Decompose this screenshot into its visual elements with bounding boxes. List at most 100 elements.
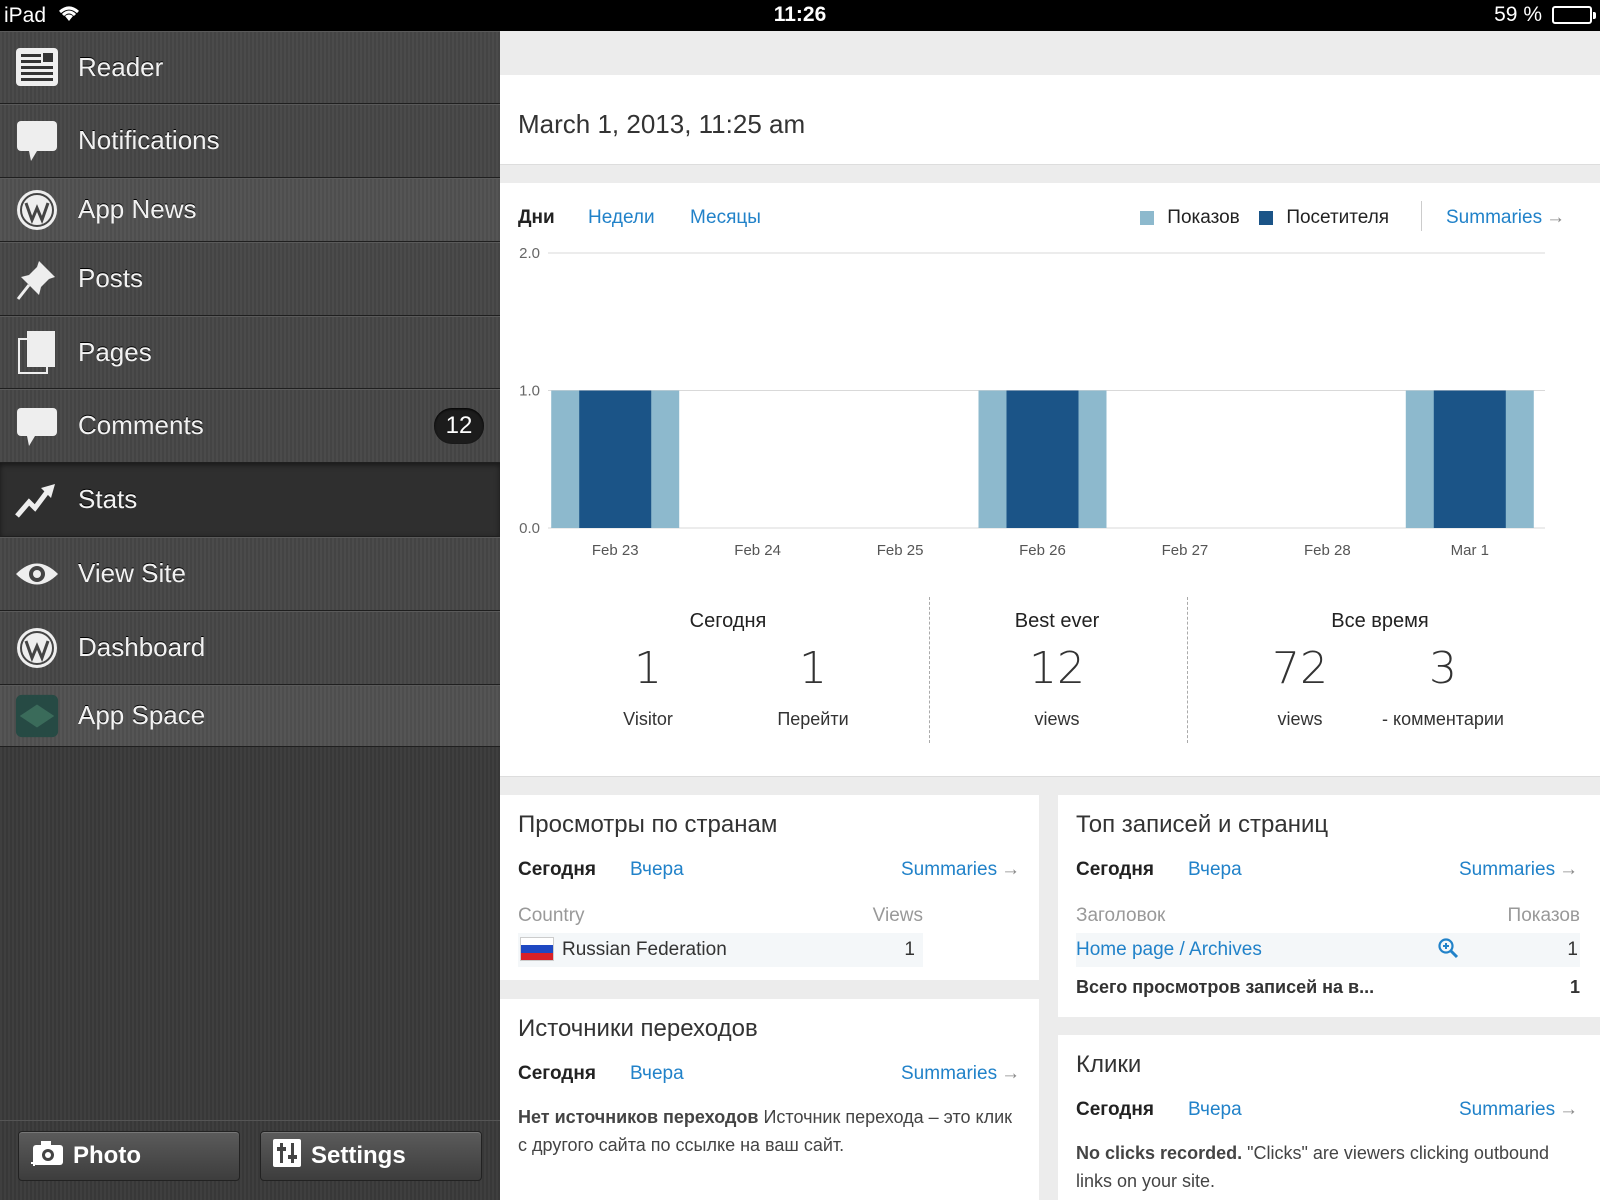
best-ever-title: Best ever (1014, 610, 1100, 632)
arrow-right-icon: → (1559, 859, 1579, 880)
top-post-views: 1 (1567, 939, 1578, 960)
top-posts-total-value: 1 (1569, 977, 1580, 997)
clicks-tab-today[interactable]: Сегодня (1076, 1099, 1154, 1121)
sidebar-item-reader[interactable]: Reader (0, 31, 500, 104)
clicks-tab-yesterday[interactable]: Вчера (1188, 1099, 1242, 1121)
referrers-summaries-link[interactable]: Summaries → (901, 1063, 1020, 1085)
app-space-icon (14, 693, 60, 739)
legend-swatch-views (1140, 210, 1154, 225)
sidebar-label-view-site: View Site (78, 558, 186, 588)
top-posts-tab-yesterday[interactable]: Вчера (1188, 859, 1242, 881)
referrers-summaries-label: Summaries (901, 1063, 998, 1084)
speech-bubble-icon (14, 118, 60, 164)
chart-legend: Показов Посетителя (1140, 207, 1389, 229)
sidebar-toolbar: Photo Settings (0, 1120, 500, 1200)
summary-divider (929, 597, 930, 743)
pushpin-icon (14, 256, 60, 302)
countries-summaries-label: Summaries (901, 859, 998, 880)
y-tick-label: 0.0 (519, 520, 540, 537)
today-visitors-label: Visitor (623, 709, 673, 729)
top-posts-total-label: Всего просмотров записей на в... (1076, 977, 1375, 997)
sidebar-label-posts: Posts (78, 263, 144, 293)
clicks-empty-message: No clicks recorded. "Clicks" are viewers… (1076, 1139, 1576, 1195)
x-tick-label: Feb 27 (1162, 542, 1209, 559)
sidebar-item-view-site[interactable]: View Site (0, 537, 500, 611)
tab-months[interactable]: Месяцы (690, 207, 761, 229)
referrers-tab-yesterday[interactable]: Вчера (630, 1063, 684, 1085)
date-header: March 1, 2013, 11:25 am (500, 75, 1600, 165)
chart-summaries-label: Summaries (1446, 207, 1543, 228)
top-posts-summaries-label: Summaries (1459, 859, 1556, 880)
referrers-empty-bold: Нет источников переходов (518, 1107, 759, 1127)
y-tick-label: 2.0 (519, 245, 540, 262)
zoom-in-icon[interactable] (1437, 937, 1459, 964)
stats-content: March 1, 2013, 11:25 am Дни Недели Месяц… (500, 31, 1600, 1200)
sidebar-label-pages: Pages (78, 336, 152, 367)
y-tick-label: 1.0 (519, 383, 540, 400)
all-time-comments-label: - комментарии (1382, 709, 1504, 729)
legend-label-views: Показов (1167, 207, 1240, 228)
status-bar: iPad 11:26 59 % (0, 0, 1600, 31)
top-posts-tab-today[interactable]: Сегодня (1076, 859, 1154, 881)
legend-label-visitors: Посетителя (1286, 207, 1390, 228)
comments-count-badge: 12 (434, 407, 484, 444)
sidebar-item-notifications[interactable]: Notifications (0, 104, 500, 178)
tab-days[interactable]: Дни (518, 207, 555, 229)
countries-tab-today[interactable]: Сегодня (518, 859, 596, 881)
referrers-tab-today[interactable]: Сегодня (518, 1063, 596, 1085)
sidebar-label-reader: Reader (78, 51, 164, 82)
table-row: Home page / Archives 1 (1076, 933, 1580, 967)
countries-summaries-link[interactable]: Summaries → (901, 859, 1020, 881)
sidebar-item-app-space[interactable]: App Space (0, 685, 500, 747)
sidebar-item-posts[interactable]: Posts (0, 242, 500, 316)
clock: 11:26 (773, 3, 827, 26)
x-tick-label: Feb 25 (877, 542, 924, 559)
chart-panel: Дни Недели Месяцы Показов Посетителя Sum… (500, 183, 1600, 777)
battery-icon (1552, 6, 1596, 24)
sidebar-item-comments[interactable]: Comments 12 (0, 389, 500, 463)
photo-button-label: Photo (73, 1142, 141, 1169)
stats-date: March 1, 2013, 11:25 am (518, 109, 806, 139)
x-tick-label: Feb 26 (1019, 542, 1066, 559)
clicks-summaries-label: Summaries (1459, 1099, 1556, 1120)
x-tick-label: Feb 28 (1304, 542, 1351, 559)
eye-icon (14, 551, 60, 597)
sidebar-item-dashboard[interactable]: Dashboard (0, 611, 500, 685)
arrow-right-icon: → (1001, 859, 1021, 880)
photo-button[interactable]: Photo (18, 1131, 240, 1181)
sidebar-item-pages[interactable]: Pages (0, 316, 500, 389)
x-tick-label: Mar 1 (1451, 542, 1489, 559)
all-time-views-value: 72 (1272, 643, 1328, 694)
sliders-icon (271, 1137, 303, 1176)
referrers-empty-message: Нет источников переходов Источник перехо… (518, 1103, 1018, 1159)
top-post-link[interactable]: Home page / Archives (1076, 939, 1262, 961)
sidebar-label-comments: Comments (78, 410, 204, 440)
best-ever-label: views (1034, 709, 1080, 729)
country-views: 1 (904, 939, 915, 960)
clicks-summaries-link[interactable]: Summaries → (1459, 1099, 1578, 1121)
chart-summaries-link[interactable]: Summaries → (1446, 207, 1565, 229)
sidebar-item-stats[interactable]: Stats (0, 463, 500, 537)
sidebar-label-app-space: App Space (78, 700, 206, 730)
trending-up-icon (14, 477, 60, 523)
settings-button[interactable]: Settings (260, 1131, 482, 1181)
sidebar-item-app-news[interactable]: App News (0, 178, 500, 242)
russia-flag-icon (520, 937, 554, 961)
tab-weeks[interactable]: Недели (588, 207, 655, 229)
camera-icon (29, 1137, 65, 1176)
countries-col-country: Country (518, 905, 585, 926)
best-ever-value: 12 (1029, 643, 1085, 694)
clicks-panel: Клики Сегодня Вчера Summaries → No clicks… (1058, 1035, 1600, 1200)
bar-visitors (579, 390, 652, 528)
top-posts-col-title: Заголовок (1076, 905, 1166, 926)
all-time-title: Все время (1331, 610, 1429, 632)
today-visitors-value: 1 (634, 643, 662, 694)
views-bar-chart: 0.0 1.0 2.0 Feb 23 Feb 24 Feb 25 Feb 26 Feb 27 F… (519, 245, 1545, 559)
bar-visitors (1006, 390, 1079, 528)
summary-divider (1187, 597, 1188, 743)
top-posts-summaries-link[interactable]: Summaries → (1459, 859, 1578, 881)
today-views-value: 1 (799, 643, 827, 694)
arrow-right-icon: → (1546, 207, 1566, 228)
bar-visitors (1433, 390, 1506, 528)
countries-tab-yesterday[interactable]: Вчера (630, 859, 684, 881)
